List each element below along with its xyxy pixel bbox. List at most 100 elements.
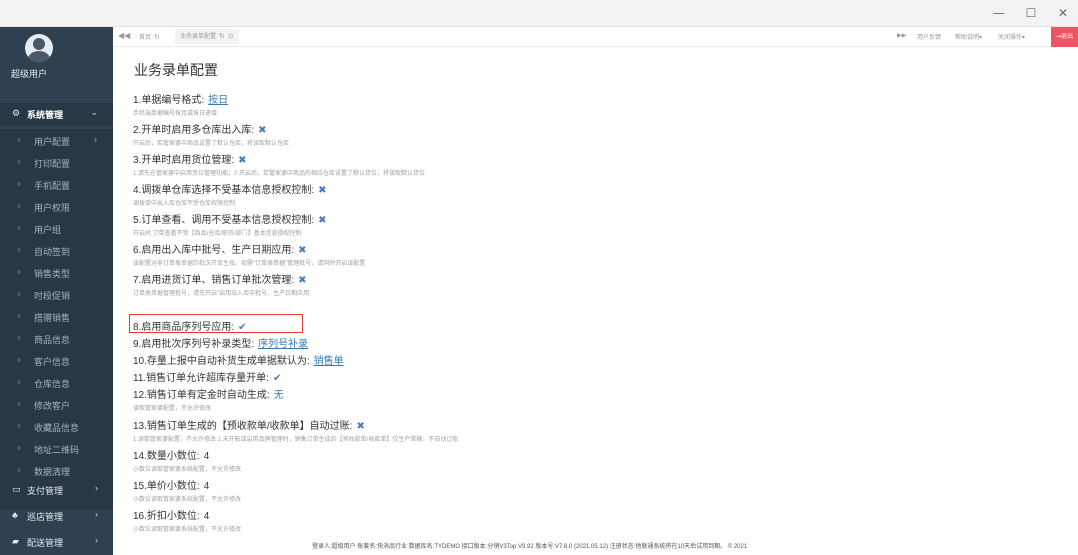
sidebar-item-address-qrcode[interactable]: 地址二维码 bbox=[0, 437, 113, 459]
setting-title: 15.单价小数位: 4 bbox=[133, 481, 210, 492]
cross-icon[interactable]: ✖ bbox=[318, 185, 326, 196]
sidebar-item-product-info[interactable]: 商品信息 bbox=[0, 327, 113, 349]
setting-desc: 小数位读取管家婆系统配置，不允许修改 bbox=[133, 497, 242, 503]
sidebar-item-label: 打印配置 bbox=[34, 159, 71, 169]
scroll-right-icon[interactable]: ▶▶ bbox=[897, 32, 906, 39]
sidebar-item-warehouse-info[interactable]: 仓库信息 bbox=[0, 371, 113, 393]
setting-value: 4 bbox=[203, 481, 210, 492]
cross-icon[interactable]: ✖ bbox=[356, 421, 364, 432]
setting-row: 10.存量上报中自动补货生成单据默认为: 销售单 bbox=[133, 352, 344, 367]
minimize-icon[interactable]: — bbox=[990, 5, 1008, 21]
setting-row: 6.启用出入库中批号、生产日期应用: ✖ 该配置对非订单类单据的批次开单生效。如需… bbox=[133, 241, 365, 267]
sidebar-item-time-promo[interactable]: 时段促销 bbox=[0, 283, 113, 305]
setting-title: 5.订单查看、调用不受基本信息授权控制: ✖ bbox=[133, 215, 327, 226]
setting-title: 12.销售订单有定金时自动生成: 无 bbox=[133, 390, 284, 401]
setting-title: 2.开单时启用多仓库出入库: ✖ bbox=[133, 125, 267, 136]
refresh-icon[interactable]: ↻ bbox=[219, 33, 225, 40]
setting-title: 9.启用批次序列号补录类型: 序列号补录 bbox=[133, 339, 309, 350]
setting-title: 7.启用进货订单、销售订单批次管理: ✖ bbox=[133, 275, 307, 286]
cross-icon[interactable]: ✖ bbox=[318, 215, 326, 226]
sidebar-item-bundle-sales[interactable]: 搭赠销售 bbox=[0, 305, 113, 327]
setting-title: 1.单据编号格式: 按日 bbox=[133, 95, 229, 106]
setting-title: 11.销售订单允许超库存量开单: ✔ bbox=[133, 373, 282, 384]
bullet-icon bbox=[17, 314, 21, 318]
bullet-icon bbox=[17, 358, 21, 362]
sidebar-item-label: 用户权限 bbox=[34, 203, 71, 213]
sidebar-item-mobile-config[interactable]: 手机配置 bbox=[0, 173, 113, 195]
bullet-icon bbox=[17, 468, 21, 472]
sidebar-item-auto-checkin[interactable]: 自动签到 bbox=[0, 239, 113, 261]
sidebar-item-user-config[interactable]: 用户配置 › bbox=[0, 129, 113, 151]
setting-value-link[interactable]: 销售单 bbox=[314, 356, 344, 367]
sidebar-item-label: 客户信息 bbox=[34, 357, 71, 367]
cross-icon[interactable]: ✖ bbox=[298, 275, 306, 286]
tab-business-config[interactable]: 业务录单配置 ↻ ⊙ bbox=[175, 29, 239, 44]
page-title: 业务录单配置 bbox=[134, 62, 218, 78]
tab-label: 首页 bbox=[139, 35, 152, 41]
setting-title: 6.启用出入库中批号、生产日期应用: ✖ bbox=[133, 245, 307, 256]
setting-row: 13.销售订单生成的【预收款单/收款单】自动过账: ✖ 1.读取管家婆配置，不允许… bbox=[133, 417, 458, 443]
status-footer: 登录人:超级用户 账套名:快消品行业 数据库名:TYDEMO 接口版本:分销V3… bbox=[312, 544, 748, 550]
sidebar-item-label: 数据清理 bbox=[34, 467, 71, 477]
setting-value-link[interactable]: 按日 bbox=[208, 95, 228, 106]
sidebar-item-label: 仓库信息 bbox=[34, 379, 71, 389]
sidebar-item-customer-info[interactable]: 客户信息 bbox=[0, 349, 113, 371]
setting-desc: 该配置对非订单类单据的批次开单生效。如需"订单类单据"管理批号，请同时开启该配置 bbox=[133, 261, 366, 267]
sidebar-item-edit-customer[interactable]: 修改客户 bbox=[0, 393, 113, 415]
username: 超级用户 bbox=[11, 69, 48, 79]
avatar[interactable] bbox=[25, 34, 53, 62]
cross-icon[interactable]: ✖ bbox=[298, 245, 306, 256]
scroll-left-icon[interactable]: ◀◀ bbox=[118, 31, 130, 40]
window-title-bar: — ☐ ✕ bbox=[0, 0, 1078, 27]
sidebar-item-label: 自动签到 bbox=[34, 247, 71, 257]
close-tab-icon[interactable]: ⊙ bbox=[228, 33, 234, 40]
cross-icon[interactable]: ✖ bbox=[238, 155, 246, 166]
refresh-icon[interactable]: ↻ bbox=[154, 34, 160, 41]
sidebar-group-payment[interactable]: ▭ 支付管理 › bbox=[0, 479, 113, 501]
tab-home[interactable]: 首页 ↻ bbox=[139, 32, 160, 41]
sidebar-item-print-config[interactable]: 打印配置 bbox=[0, 151, 113, 173]
close-icon[interactable]: ✕ bbox=[1054, 5, 1072, 21]
cross-icon[interactable]: ✖ bbox=[258, 125, 266, 136]
maximize-icon[interactable]: ☐ bbox=[1022, 5, 1040, 21]
bullet-icon bbox=[17, 424, 21, 428]
setting-title: 10.存量上报中自动补货生成单据默认为: 销售单 bbox=[133, 356, 344, 367]
setting-desc: 调拨单中出入库仓库不受仓库权限控制 bbox=[133, 201, 236, 207]
sidebar-item-user-group[interactable]: 用户组 bbox=[0, 217, 113, 239]
chevron-right-icon: › bbox=[95, 535, 98, 545]
setting-title: 14.数量小数位: 4 bbox=[133, 451, 210, 462]
setting-row: 2.开单时启用多仓库出入库: ✖ 开启后，若管家婆中商品设置了默认仓库，将读取默认… bbox=[133, 121, 289, 147]
sidebar: 超级用户 ⚙ 系统管理 ⌄ 用户配置 › 打印配置 手机配置 用户权限 用户组 bbox=[0, 27, 113, 555]
close-ops-dropdown[interactable]: 关闭操作▾ bbox=[998, 32, 1025, 41]
setting-row: 16.折扣小数位: 4 小数位读取管家婆系统配置，不允许修改 bbox=[133, 507, 241, 533]
check-icon[interactable]: ✔ bbox=[273, 373, 281, 384]
setting-value-link[interactable]: 序列号补录 bbox=[258, 339, 308, 350]
sidebar-group-patrol[interactable]: ♣ 巡店管理 › bbox=[0, 505, 113, 527]
sidebar-group-label: 系统管理 bbox=[27, 110, 64, 120]
bullet-icon bbox=[17, 138, 21, 142]
sidebar-group-label: 配送管理 bbox=[27, 538, 64, 548]
sidebar-group-system[interactable]: ⚙ 系统管理 ⌄ bbox=[0, 103, 113, 125]
chevron-right-icon: › bbox=[95, 483, 98, 493]
setting-desc: 订单类单据管理批号，请先开启"启用出入库中批号、生产日期应用 bbox=[133, 291, 310, 297]
bullet-icon bbox=[17, 270, 21, 274]
setting-title: 16.折扣小数位: 4 bbox=[133, 511, 210, 522]
sidebar-item-data-cleanup[interactable]: 数据清理 bbox=[0, 459, 113, 481]
sidebar-item-collection-info[interactable]: 收藏品信息 bbox=[0, 415, 113, 437]
sidebar-item-sales-type[interactable]: 销售类型 bbox=[0, 261, 113, 283]
card-icon: ▭ bbox=[12, 484, 21, 494]
logout-button[interactable]: ⇥退出 bbox=[1051, 27, 1078, 47]
help-dropdown[interactable]: 帮助说明▾ bbox=[955, 32, 982, 41]
sidebar-item-label: 搭赠销售 bbox=[34, 313, 71, 323]
setting-row: 12.销售订单有定金时自动生成: 无 读取管家婆配置，不允许修改 bbox=[133, 386, 284, 412]
sidebar-item-label: 用户配置 bbox=[34, 137, 71, 147]
sidebar-item-label: 手机配置 bbox=[34, 181, 71, 191]
bullet-icon bbox=[17, 204, 21, 208]
sidebar-item-label: 销售类型 bbox=[34, 269, 71, 279]
sidebar-item-label: 用户组 bbox=[34, 225, 62, 235]
feedback-link[interactable]: 用户反馈 bbox=[917, 32, 941, 41]
main-content: 业务录单配置 1.单据编号格式: 按日 手机端单据编号按月或按日递增 2.开单时启… bbox=[113, 47, 1078, 555]
sidebar-group-delivery[interactable]: ▰ 配送管理 › bbox=[0, 531, 113, 553]
sidebar-item-user-permission[interactable]: 用户权限 bbox=[0, 195, 113, 217]
setting-row: 1.单据编号格式: 按日 手机端单据编号按月或按日递增 bbox=[133, 91, 228, 117]
